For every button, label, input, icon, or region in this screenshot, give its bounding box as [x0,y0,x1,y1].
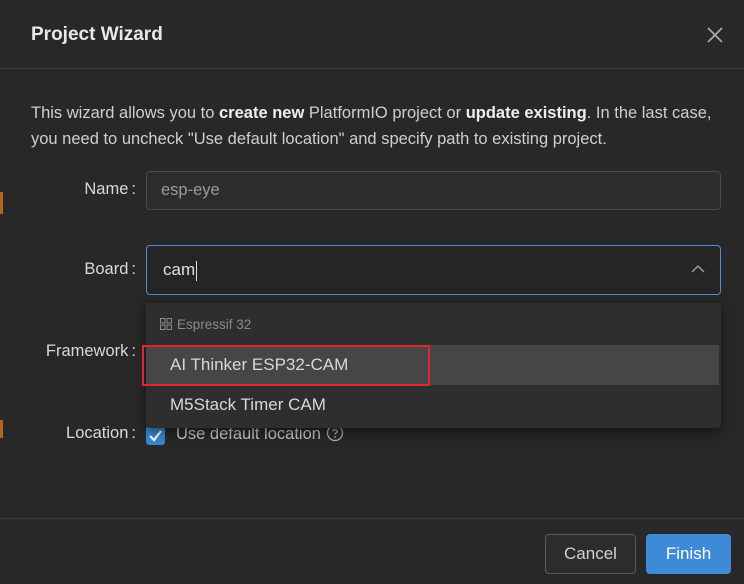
name-input-value: esp-eye [161,181,220,199]
chevron-up-icon[interactable] [691,264,705,274]
name-label-text: Name [84,180,129,198]
grid-icon [160,318,172,330]
use-default-location-checkbox[interactable] [146,426,165,445]
group-header-text: Espressif 32 [177,317,252,332]
location-label-text: Location [66,424,129,442]
description-bold-create: create new [219,104,305,122]
board-input-value: cam [163,260,196,279]
option-label: M5Stack Timer CAM [170,395,326,414]
finish-button[interactable]: Finish [646,534,731,574]
background-edge-accent [0,192,3,214]
label-colon: : [131,260,136,278]
close-icon [707,27,723,43]
description-text: PlatformIO project or [304,104,466,122]
dialog-header: Project Wizard [0,0,744,69]
cancel-button[interactable]: Cancel [545,534,636,574]
dialog-title: Project Wizard [31,24,163,45]
selection-highlight-box [142,345,430,386]
board-label-text: Board [84,260,129,278]
board-option-m5stack-timer-cam[interactable]: M5Stack Timer CAM [146,385,721,425]
description-text: This wizard allows you to [31,104,219,122]
project-wizard-dialog: Project Wizard This wizard allows you to… [0,0,744,583]
name-label: Name: [60,180,136,199]
background-edge-accent [0,420,3,438]
close-button[interactable] [704,24,726,46]
description-bold-update: update existing [465,104,587,122]
checkmark-icon [149,430,162,442]
name-input[interactable]: esp-eye [146,171,721,210]
dialog-footer: Cancel Finish [0,518,744,584]
wizard-description: This wizard allows you to create new Pla… [31,100,721,152]
text-caret [196,260,198,281]
location-label: Location: [40,424,136,443]
dropdown-group-header: Espressif 32 [160,317,251,332]
label-colon: : [131,180,136,198]
board-search-input[interactable]: cam [146,245,721,295]
board-label: Board: [60,260,136,279]
label-colon: : [131,342,136,360]
framework-label-text: Framework [45,342,129,360]
framework-label: Framework: [20,342,136,361]
label-colon: : [131,424,136,442]
